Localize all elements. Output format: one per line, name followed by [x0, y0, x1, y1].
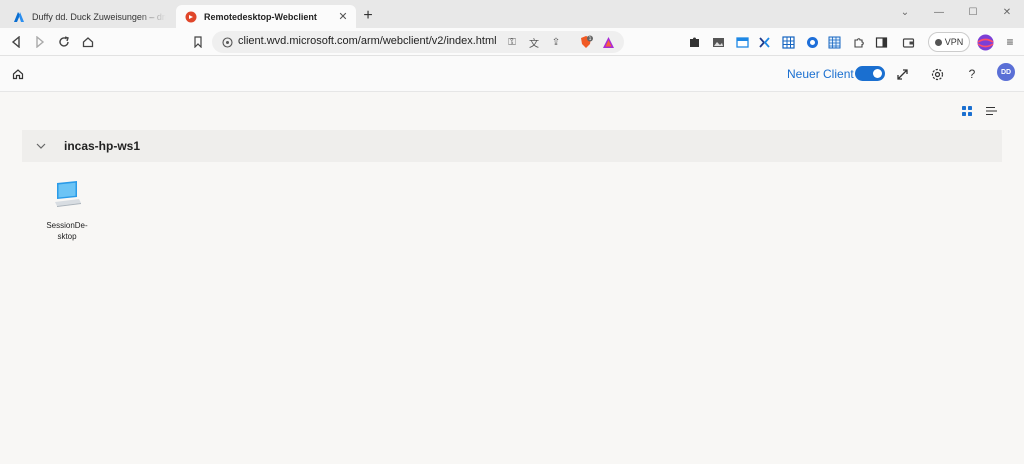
app-header: Neuer Client ?	[0, 56, 1024, 92]
svg-text:1: 1	[589, 36, 592, 42]
extension-grid-icon[interactable]	[780, 34, 796, 50]
maximize-button[interactable]: ☐	[956, 0, 990, 24]
site-info-icon[interactable]	[219, 34, 235, 50]
bookmark-icon[interactable]	[190, 34, 206, 50]
sidebar-toggle-icon[interactable]	[873, 34, 889, 50]
workspace-area: incas-hp-ws1 SessionDe- sktop	[0, 92, 1024, 464]
back-button[interactable]	[8, 34, 24, 50]
extension-x-icon[interactable]	[756, 34, 772, 50]
brave-shield-icon[interactable]: 1	[578, 34, 594, 50]
extension-image-icon[interactable]	[710, 34, 726, 50]
session-desktop-label: SessionDe- sktop	[38, 220, 96, 242]
workspace-group-header[interactable]: incas-hp-ws1	[22, 130, 1002, 162]
workspace-group-title: incas-hp-ws1	[64, 139, 141, 153]
close-window-button[interactable]: ✕	[990, 0, 1024, 24]
chevron-down-icon[interactable]: ⌄	[888, 0, 922, 24]
window-controls: ⌄ — ☐ ✕	[888, 0, 1024, 24]
avatar[interactable]: DD	[997, 63, 1015, 81]
reload-button[interactable]	[56, 34, 72, 50]
new-client-label: Neuer Client	[787, 67, 854, 81]
vpn-label: VPN	[944, 37, 964, 47]
extension-puzzle-icon[interactable]	[686, 34, 702, 50]
tab-azure[interactable]: Duffy dd. Duck Zuweisungen – drilling-a	[4, 5, 172, 28]
home-button[interactable]	[80, 34, 96, 50]
tab-title: Duffy dd. Duck Zuweisungen – drilling-a	[32, 11, 166, 22]
browser-menu-icon[interactable]: ≡	[1002, 34, 1018, 50]
close-tab-icon[interactable]: ✕	[336, 10, 350, 24]
settings-button[interactable]	[927, 64, 947, 84]
session-desktop-label-text: SessionDe- sktop	[46, 221, 88, 241]
help-button[interactable]: ?	[962, 64, 982, 84]
session-desktop-tile[interactable]: SessionDe- sktop	[38, 176, 96, 246]
url-text: client.wvd.microsoft.com/arm/webclient/v…	[238, 35, 497, 47]
tab-strip: Duffy dd. Duck Zuweisungen – drilling-a …	[0, 0, 1024, 28]
new-tab-button[interactable]: +	[360, 8, 376, 24]
vpn-status-icon	[934, 38, 942, 46]
key-icon[interactable]: ⚿	[504, 34, 520, 50]
app-home-button[interactable]	[8, 64, 28, 84]
desktop-icon	[55, 181, 81, 207]
list-view-icon[interactable]	[984, 104, 998, 118]
new-client-toggle[interactable]	[855, 66, 885, 81]
extension-circle-icon[interactable]	[804, 34, 820, 50]
azure-logo-icon	[12, 10, 25, 23]
chevron-down-icon[interactable]	[34, 139, 48, 153]
browser-toolbar: client.wvd.microsoft.com/arm/webclient/v…	[0, 28, 1024, 56]
extensions-menu-icon[interactable]	[850, 34, 866, 50]
extension-table-icon[interactable]	[826, 34, 842, 50]
forward-button[interactable]	[32, 34, 48, 50]
address-bar[interactable]: client.wvd.microsoft.com/arm/webclient/v…	[212, 31, 624, 53]
fullscreen-button[interactable]	[892, 64, 912, 84]
tile-view-icon[interactable]	[960, 104, 974, 118]
minimize-button[interactable]: —	[922, 0, 956, 24]
brave-rewards-icon[interactable]	[600, 34, 616, 50]
vpn-button[interactable]: VPN	[928, 32, 970, 52]
extension-window-icon[interactable]	[734, 34, 750, 50]
wallet-icon[interactable]	[900, 34, 916, 50]
remotedesktop-logo-icon	[184, 10, 197, 23]
profile-globe-icon[interactable]	[976, 33, 994, 51]
share-icon[interactable]: ⇪	[548, 34, 564, 50]
translate-icon[interactable]: 文	[526, 34, 542, 50]
tab-remotedesktop[interactable]: Remotedesktop-Webclient ✕	[176, 5, 356, 28]
tab-title: Remotedesktop-Webclient	[204, 11, 317, 22]
